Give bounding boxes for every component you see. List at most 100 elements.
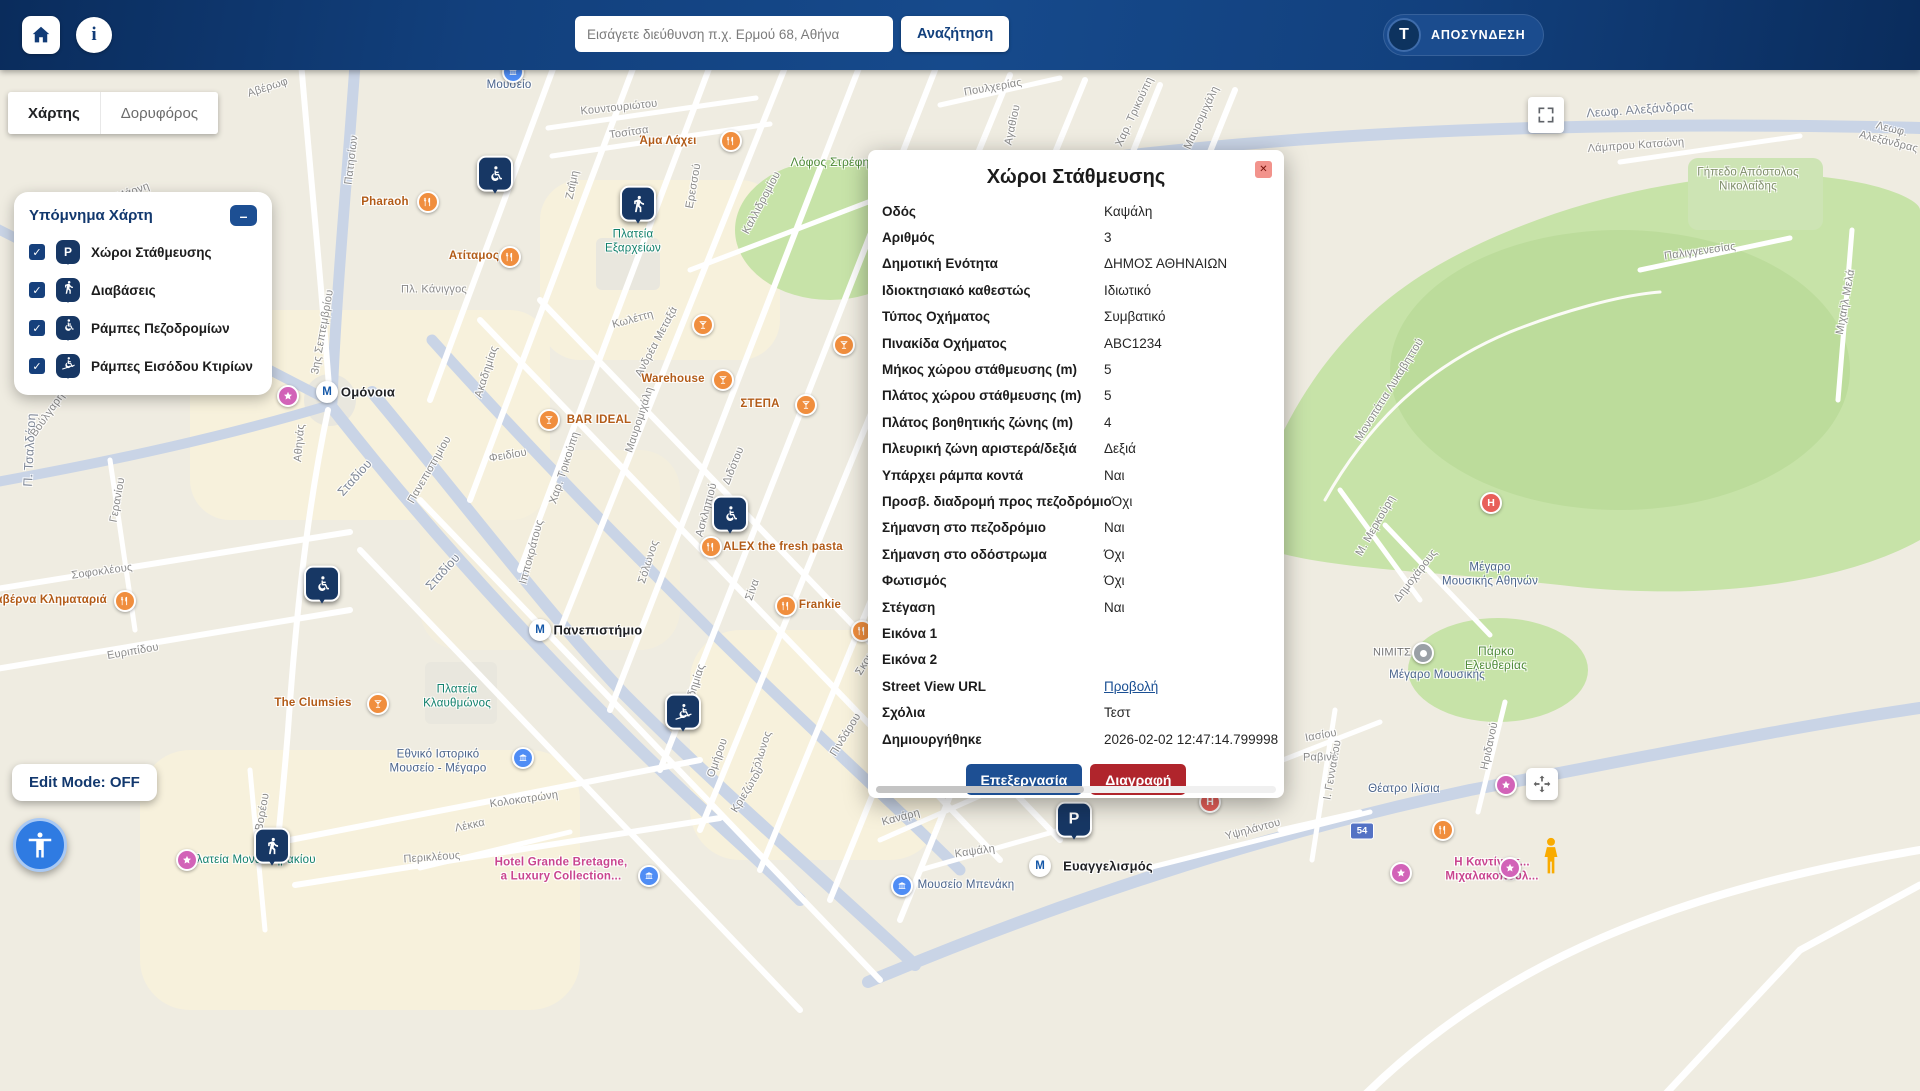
popup-row-label: Αριθμός (882, 230, 1104, 245)
tab-satellite[interactable]: Δορυφόρος (100, 92, 218, 134)
street-view-link[interactable]: Προβολή (1104, 679, 1158, 694)
popup-row-label: Στέγαση (882, 600, 1104, 615)
popup-scrollbar[interactable] (876, 786, 1276, 793)
popup-row: Οδός Καψάλη (868, 198, 1284, 224)
star-marker[interactable] (176, 849, 198, 871)
fullscreen-icon (1536, 105, 1556, 125)
user-menu[interactable]: T ΑΠΟΣΥΝΔΕΣΗ (1383, 14, 1544, 56)
popup-row-label: Προσβ. διαδρομή προς πεζοδρόμιο (882, 494, 1112, 509)
popup-row-value: ABC1234 (1104, 336, 1162, 351)
popup-row-label: Εικόνα 2 (882, 652, 1104, 667)
restaurant-marker[interactable] (499, 246, 521, 268)
road-shield: 54 (1350, 823, 1374, 840)
popup-row: Φωτισμός Όχι (868, 567, 1284, 593)
restaurant-marker[interactable] (700, 536, 722, 558)
popup-row: Σχόλια Τεστ (868, 699, 1284, 725)
pan-control[interactable] (1526, 768, 1558, 800)
ramp-marker[interactable]: Ράμπες Εισόδου Κτιρίων (29, 354, 257, 378)
popup-rows: Οδός Καψάλη Αριθμός 3 Δημοτική Ενότητα Δ… (868, 198, 1284, 752)
popup-scrollbar-thumb[interactable] (876, 786, 1084, 793)
legend-item-label: Ράμπες Πεζοδρομίων (91, 321, 230, 336)
popup-row-value: 5 (1104, 362, 1112, 377)
info-button[interactable] (76, 17, 112, 53)
star-marker[interactable] (1499, 857, 1521, 879)
legend-checkbox[interactable] (29, 358, 45, 374)
map-type-control: Χάρτης Δορυφόρος (8, 92, 218, 134)
metro-marker[interactable]: M (529, 619, 551, 641)
legend-collapse-button[interactable]: – (230, 205, 257, 226)
avatar: T (1387, 18, 1421, 52)
popup-row-label: Δημοτική Ενότητα (882, 256, 1104, 271)
parking-marker[interactable]: P Χώροι Στάθμευσης (29, 240, 257, 264)
popup-row: Σήμανση στο οδόστρωμα Όχι (868, 541, 1284, 567)
bar-marker[interactable] (833, 334, 855, 356)
parking-details-popup: ✕ Χώροι Στάθμευσης Οδός Καψάλη Αριθμός 3… (868, 150, 1284, 798)
ramp-marker[interactable] (665, 694, 701, 730)
star-marker[interactable] (277, 385, 299, 407)
legend-checkbox[interactable] (29, 244, 45, 260)
legend-item-label: Διαβάσεις (91, 283, 156, 298)
popup-row-label: Πλάτος χώρου στάθμευσης (m) (882, 388, 1104, 403)
hotel-marker[interactable]: H (1480, 492, 1502, 514)
bar-marker[interactable] (367, 693, 389, 715)
fullscreen-button[interactable] (1528, 97, 1564, 133)
popup-row-value: Ναι (1104, 600, 1125, 615)
pedestrian-marker[interactable] (254, 828, 290, 864)
metro-marker[interactable]: M (316, 381, 338, 403)
legend-checkbox[interactable] (29, 282, 45, 298)
popup-row: Street View URL Προβολή (868, 673, 1284, 699)
logout-button[interactable]: ΑΠΟΣΥΝΔΕΣΗ (1431, 28, 1526, 42)
pegman-control[interactable] (1537, 836, 1565, 876)
tab-map[interactable]: Χάρτης (8, 92, 100, 134)
edit-mode-toggle[interactable]: Edit Mode: OFF (12, 764, 157, 801)
bar-marker[interactable] (712, 369, 734, 391)
museum-marker[interactable] (891, 875, 913, 897)
home-button[interactable] (22, 16, 60, 54)
popup-row-label: Πλευρική ζώνη αριστερά/δεξιά (882, 441, 1104, 456)
dot-marker[interactable] (1412, 642, 1434, 664)
restaurant-marker[interactable] (720, 130, 742, 152)
popup-row-label: Εικόνα 1 (882, 626, 1104, 641)
restaurant-marker[interactable] (114, 590, 136, 612)
popup-row-value: Όχι (1112, 494, 1133, 509)
museum-marker[interactable] (638, 865, 660, 887)
popup-row-value: Συμβατικό (1104, 309, 1166, 324)
star-marker[interactable] (1390, 862, 1412, 884)
popup-row: Τύπος Οχήματος Συμβατικό (868, 304, 1284, 330)
popup-row-value: Ιδιωτικό (1104, 283, 1151, 298)
restaurant-marker[interactable] (1432, 819, 1454, 841)
close-icon[interactable]: ✕ (1255, 161, 1272, 178)
navbar-left-group (22, 16, 112, 54)
popup-row-value: Όχι (1104, 573, 1125, 588)
bar-marker[interactable] (795, 394, 817, 416)
accessibility-button[interactable] (13, 818, 67, 872)
metro-marker[interactable]: M (1029, 855, 1051, 877)
wheelchair-marker[interactable] (477, 156, 513, 192)
pedestrian-marker[interactable] (620, 186, 656, 222)
popup-row: Πλάτος χώρου στάθμευσης (m) 5 (868, 383, 1284, 409)
pegman-icon (1537, 836, 1565, 876)
wheelchair-marker[interactable] (712, 496, 748, 532)
restaurant-marker[interactable] (775, 595, 797, 617)
popup-row: Ιδιοκτησιακό καθεστώς Ιδιωτικό (868, 277, 1284, 303)
bar-marker[interactable] (692, 314, 714, 336)
home-icon (30, 24, 52, 46)
popup-row-label: Μήκος χώρου στάθμευσης (m) (882, 362, 1104, 377)
museum-marker[interactable] (512, 747, 534, 769)
legend-checkbox[interactable] (29, 320, 45, 336)
popup-row: Αριθμός 3 (868, 224, 1284, 250)
wheelchair-marker[interactable]: Ράμπες Πεζοδρομίων (29, 316, 257, 340)
popup-row-value: Δεξιά (1104, 441, 1136, 456)
star-marker[interactable] (1495, 774, 1517, 796)
search-button[interactable]: Αναζήτηση (901, 16, 1009, 52)
bar-marker[interactable] (538, 409, 560, 431)
popup-row-label: Street View URL (882, 679, 1104, 694)
popup-row-label: Δημιουργήθηκε (882, 732, 1104, 747)
parking-marker[interactable]: P (1056, 802, 1092, 838)
restaurant-marker[interactable] (417, 191, 439, 213)
wheelchair-marker[interactable] (304, 566, 340, 602)
map-canvas[interactable]: ΑβέρωφΠατησίωνΜάρνη3ης ΣεπτεμβρίουΚουντο… (0, 70, 1920, 1091)
search-input[interactable] (575, 16, 893, 52)
pedestrian-marker[interactable]: Διαβάσεις (29, 278, 257, 302)
popup-row: Πινακίδα Οχήματος ABC1234 (868, 330, 1284, 356)
